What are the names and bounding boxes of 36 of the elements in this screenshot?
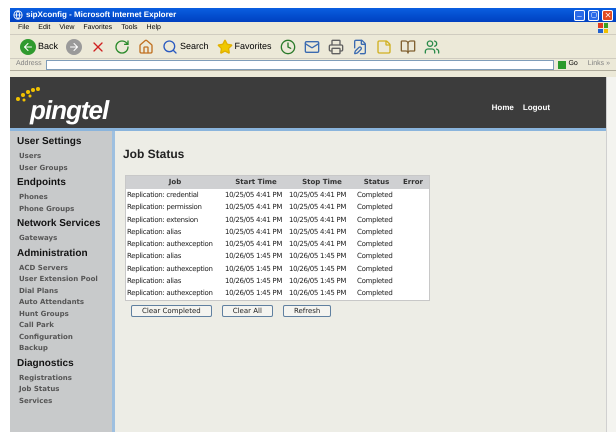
maximize-button[interactable]: [588, 10, 599, 20]
back-icon: [20, 38, 36, 54]
maximize-icon: [590, 12, 596, 18]
toolbar-button[interactable]: [326, 36, 346, 56]
star-icon: [216, 38, 233, 54]
scrollbar[interactable]: [606, 77, 616, 432]
address-field[interactable]: [46, 60, 554, 70]
refresh-icon: [114, 38, 130, 54]
toolbar-button[interactable]: [278, 36, 298, 56]
sidebar-heading: Diagnostics: [17, 356, 75, 370]
windows-flag-icon: [598, 23, 608, 33]
edit-icon: [352, 38, 368, 54]
minimize-button[interactable]: [574, 10, 585, 20]
mail-icon: [304, 38, 320, 54]
search-icon: [162, 38, 178, 54]
book-icon: [400, 38, 416, 54]
sidebar-heading: Endpoints: [17, 176, 67, 190]
window-title: sipXconfig - Microsoft Internet Explorer: [26, 9, 178, 21]
logo: pingtel: [30, 96, 108, 122]
media-icon: [280, 38, 296, 54]
note-icon: [376, 38, 392, 54]
page-title: Job Status: [123, 146, 186, 163]
sidebar-heading: Network Services: [17, 217, 102, 231]
printer-icon: [328, 38, 344, 54]
close-icon: [604, 11, 612, 19]
sidebar-heading: User Settings: [17, 135, 82, 149]
close-button[interactable]: [602, 10, 613, 20]
toolbar-button[interactable]: Back: [18, 36, 60, 56]
header-link[interactable]: Logout: [522, 102, 550, 114]
sidebar-heading: Administration: [17, 246, 89, 260]
forward-icon: [66, 38, 82, 54]
people-icon: [424, 38, 440, 54]
header-link[interactable]: Home: [492, 102, 514, 114]
toolbar-button[interactable]: Search: [160, 36, 211, 56]
home-icon: [138, 38, 154, 54]
toolbar-button[interactable]: Favorites: [214, 36, 274, 56]
